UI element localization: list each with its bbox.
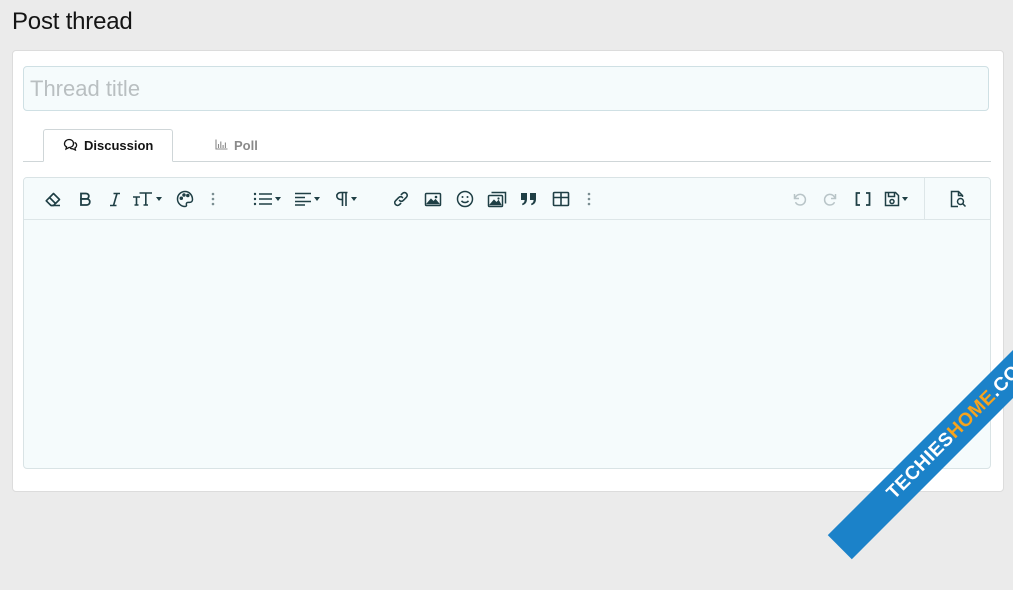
editor-toolbar bbox=[24, 178, 990, 220]
chevron-down-icon bbox=[351, 197, 357, 201]
rich-text-editor bbox=[23, 177, 991, 469]
insert-table-button[interactable] bbox=[550, 187, 572, 211]
comments-icon bbox=[63, 138, 78, 154]
insert-image-button[interactable] bbox=[422, 187, 444, 211]
tab-discussion[interactable]: Discussion bbox=[43, 129, 173, 162]
eraser-icon bbox=[44, 191, 62, 207]
paragraph-format-button[interactable] bbox=[332, 187, 360, 211]
chevron-down-icon bbox=[156, 197, 162, 201]
save-icon bbox=[884, 191, 900, 207]
tab-poll-label: Poll bbox=[234, 137, 258, 153]
clear-formatting-button[interactable] bbox=[42, 187, 64, 211]
align-button[interactable] bbox=[292, 187, 322, 211]
undo-button[interactable] bbox=[788, 187, 810, 211]
bold-icon bbox=[79, 192, 91, 207]
editor-tabs: Discussion Poll bbox=[23, 129, 991, 162]
chevron-down-icon bbox=[902, 197, 908, 201]
bold-button[interactable] bbox=[76, 187, 94, 211]
list-icon bbox=[253, 192, 273, 206]
insert-link-button[interactable] bbox=[390, 187, 412, 211]
italic-icon bbox=[109, 192, 121, 207]
redo-button[interactable] bbox=[820, 187, 842, 211]
chevron-down-icon bbox=[314, 197, 320, 201]
editor-content-area[interactable] bbox=[24, 220, 990, 468]
more-insert-button[interactable] bbox=[582, 187, 596, 211]
media-gallery-icon bbox=[487, 191, 507, 208]
redo-icon bbox=[822, 191, 840, 207]
tab-discussion-label: Discussion bbox=[84, 138, 154, 153]
insert-smilie-button[interactable] bbox=[454, 187, 476, 211]
toolbar-divider bbox=[924, 178, 925, 219]
text-color-button[interactable] bbox=[174, 187, 196, 211]
text-size-button[interactable] bbox=[132, 187, 162, 211]
drafts-button[interactable] bbox=[880, 187, 912, 211]
quote-icon bbox=[520, 192, 538, 206]
undo-icon bbox=[790, 191, 808, 207]
smiley-icon bbox=[456, 190, 474, 208]
link-icon bbox=[392, 190, 410, 208]
preview-button[interactable] bbox=[946, 187, 970, 211]
vertical-ellipsis-icon bbox=[587, 192, 591, 206]
table-icon bbox=[552, 191, 570, 207]
tab-poll[interactable]: Poll bbox=[215, 129, 258, 161]
bar-chart-icon bbox=[215, 138, 228, 153]
more-text-button[interactable] bbox=[206, 187, 220, 211]
chevron-down-icon bbox=[275, 197, 281, 201]
insert-media-button[interactable] bbox=[486, 187, 508, 211]
italic-button[interactable] bbox=[106, 187, 124, 211]
brackets-icon bbox=[855, 192, 871, 206]
thread-title-input[interactable] bbox=[23, 66, 989, 111]
quote-button[interactable] bbox=[518, 187, 540, 211]
align-left-icon bbox=[294, 192, 312, 206]
list-button[interactable] bbox=[252, 187, 282, 211]
image-icon bbox=[424, 192, 442, 207]
vertical-ellipsis-icon bbox=[211, 192, 215, 206]
pilcrow-icon bbox=[335, 191, 349, 207]
preview-icon bbox=[949, 190, 967, 208]
palette-icon bbox=[176, 190, 194, 208]
post-thread-form: Discussion Poll bbox=[12, 50, 1004, 492]
page-title: Post thread bbox=[12, 8, 133, 35]
text-size-icon bbox=[132, 191, 154, 207]
toggle-bbcode-button[interactable] bbox=[852, 187, 874, 211]
